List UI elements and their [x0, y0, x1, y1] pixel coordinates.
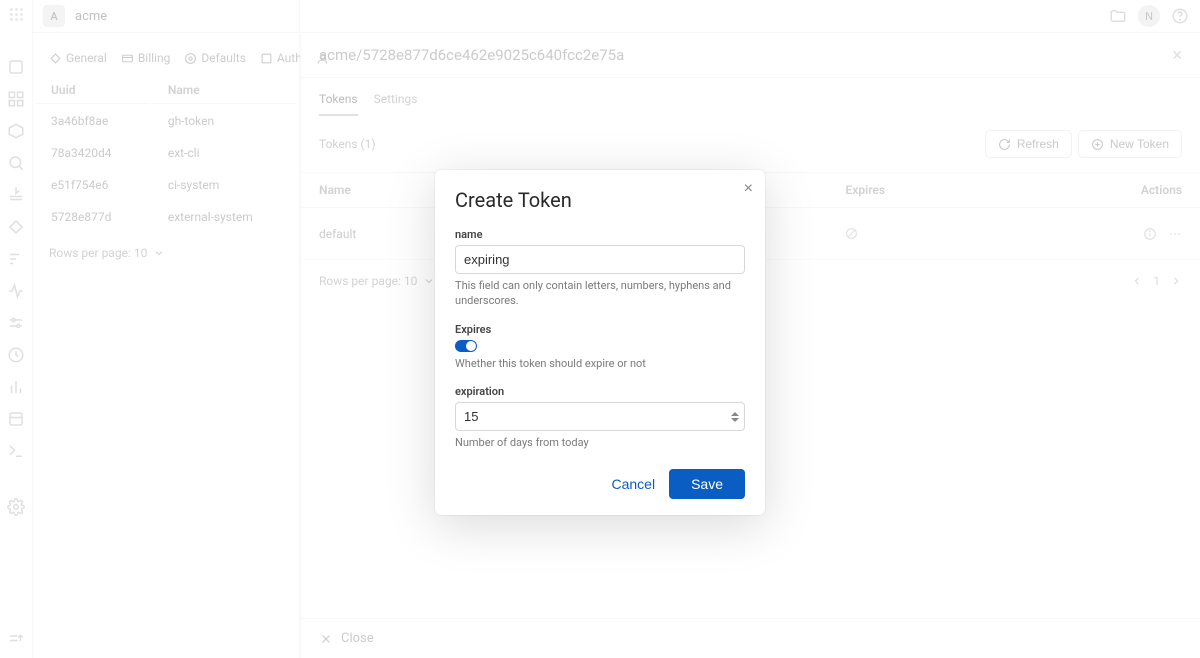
cancel-button[interactable]: Cancel	[607, 470, 659, 498]
app-root: A acme N General Billing Defaults Auth U…	[0, 0, 1200, 658]
modal-actions: Cancel Save	[455, 469, 745, 499]
number-stepper[interactable]	[731, 412, 739, 422]
expires-field-block: Expires Whether this token should expire…	[455, 323, 745, 371]
step-down-icon[interactable]	[731, 418, 739, 422]
expires-help: Whether this token should expire or not	[455, 356, 745, 371]
expiration-help: Number of days from today	[455, 435, 745, 450]
modal-backdrop: × Create Token name This field can only …	[0, 0, 1200, 658]
expiration-label: expiration	[455, 385, 745, 398]
step-up-icon[interactable]	[731, 412, 739, 416]
expiration-input[interactable]	[455, 402, 745, 431]
name-field-block: name This field can only contain letters…	[455, 228, 745, 309]
name-input[interactable]	[455, 245, 745, 274]
name-help: This field can only contain letters, num…	[455, 278, 745, 309]
create-token-modal: × Create Token name This field can only …	[435, 170, 765, 515]
modal-close-button[interactable]: ×	[744, 180, 753, 198]
expiration-field-block: expiration Number of days from today	[455, 385, 745, 450]
save-button[interactable]: Save	[669, 469, 745, 499]
expires-label: Expires	[455, 323, 745, 336]
expires-toggle[interactable]	[455, 340, 477, 352]
name-label: name	[455, 228, 745, 241]
modal-title: Create Token	[455, 188, 745, 212]
